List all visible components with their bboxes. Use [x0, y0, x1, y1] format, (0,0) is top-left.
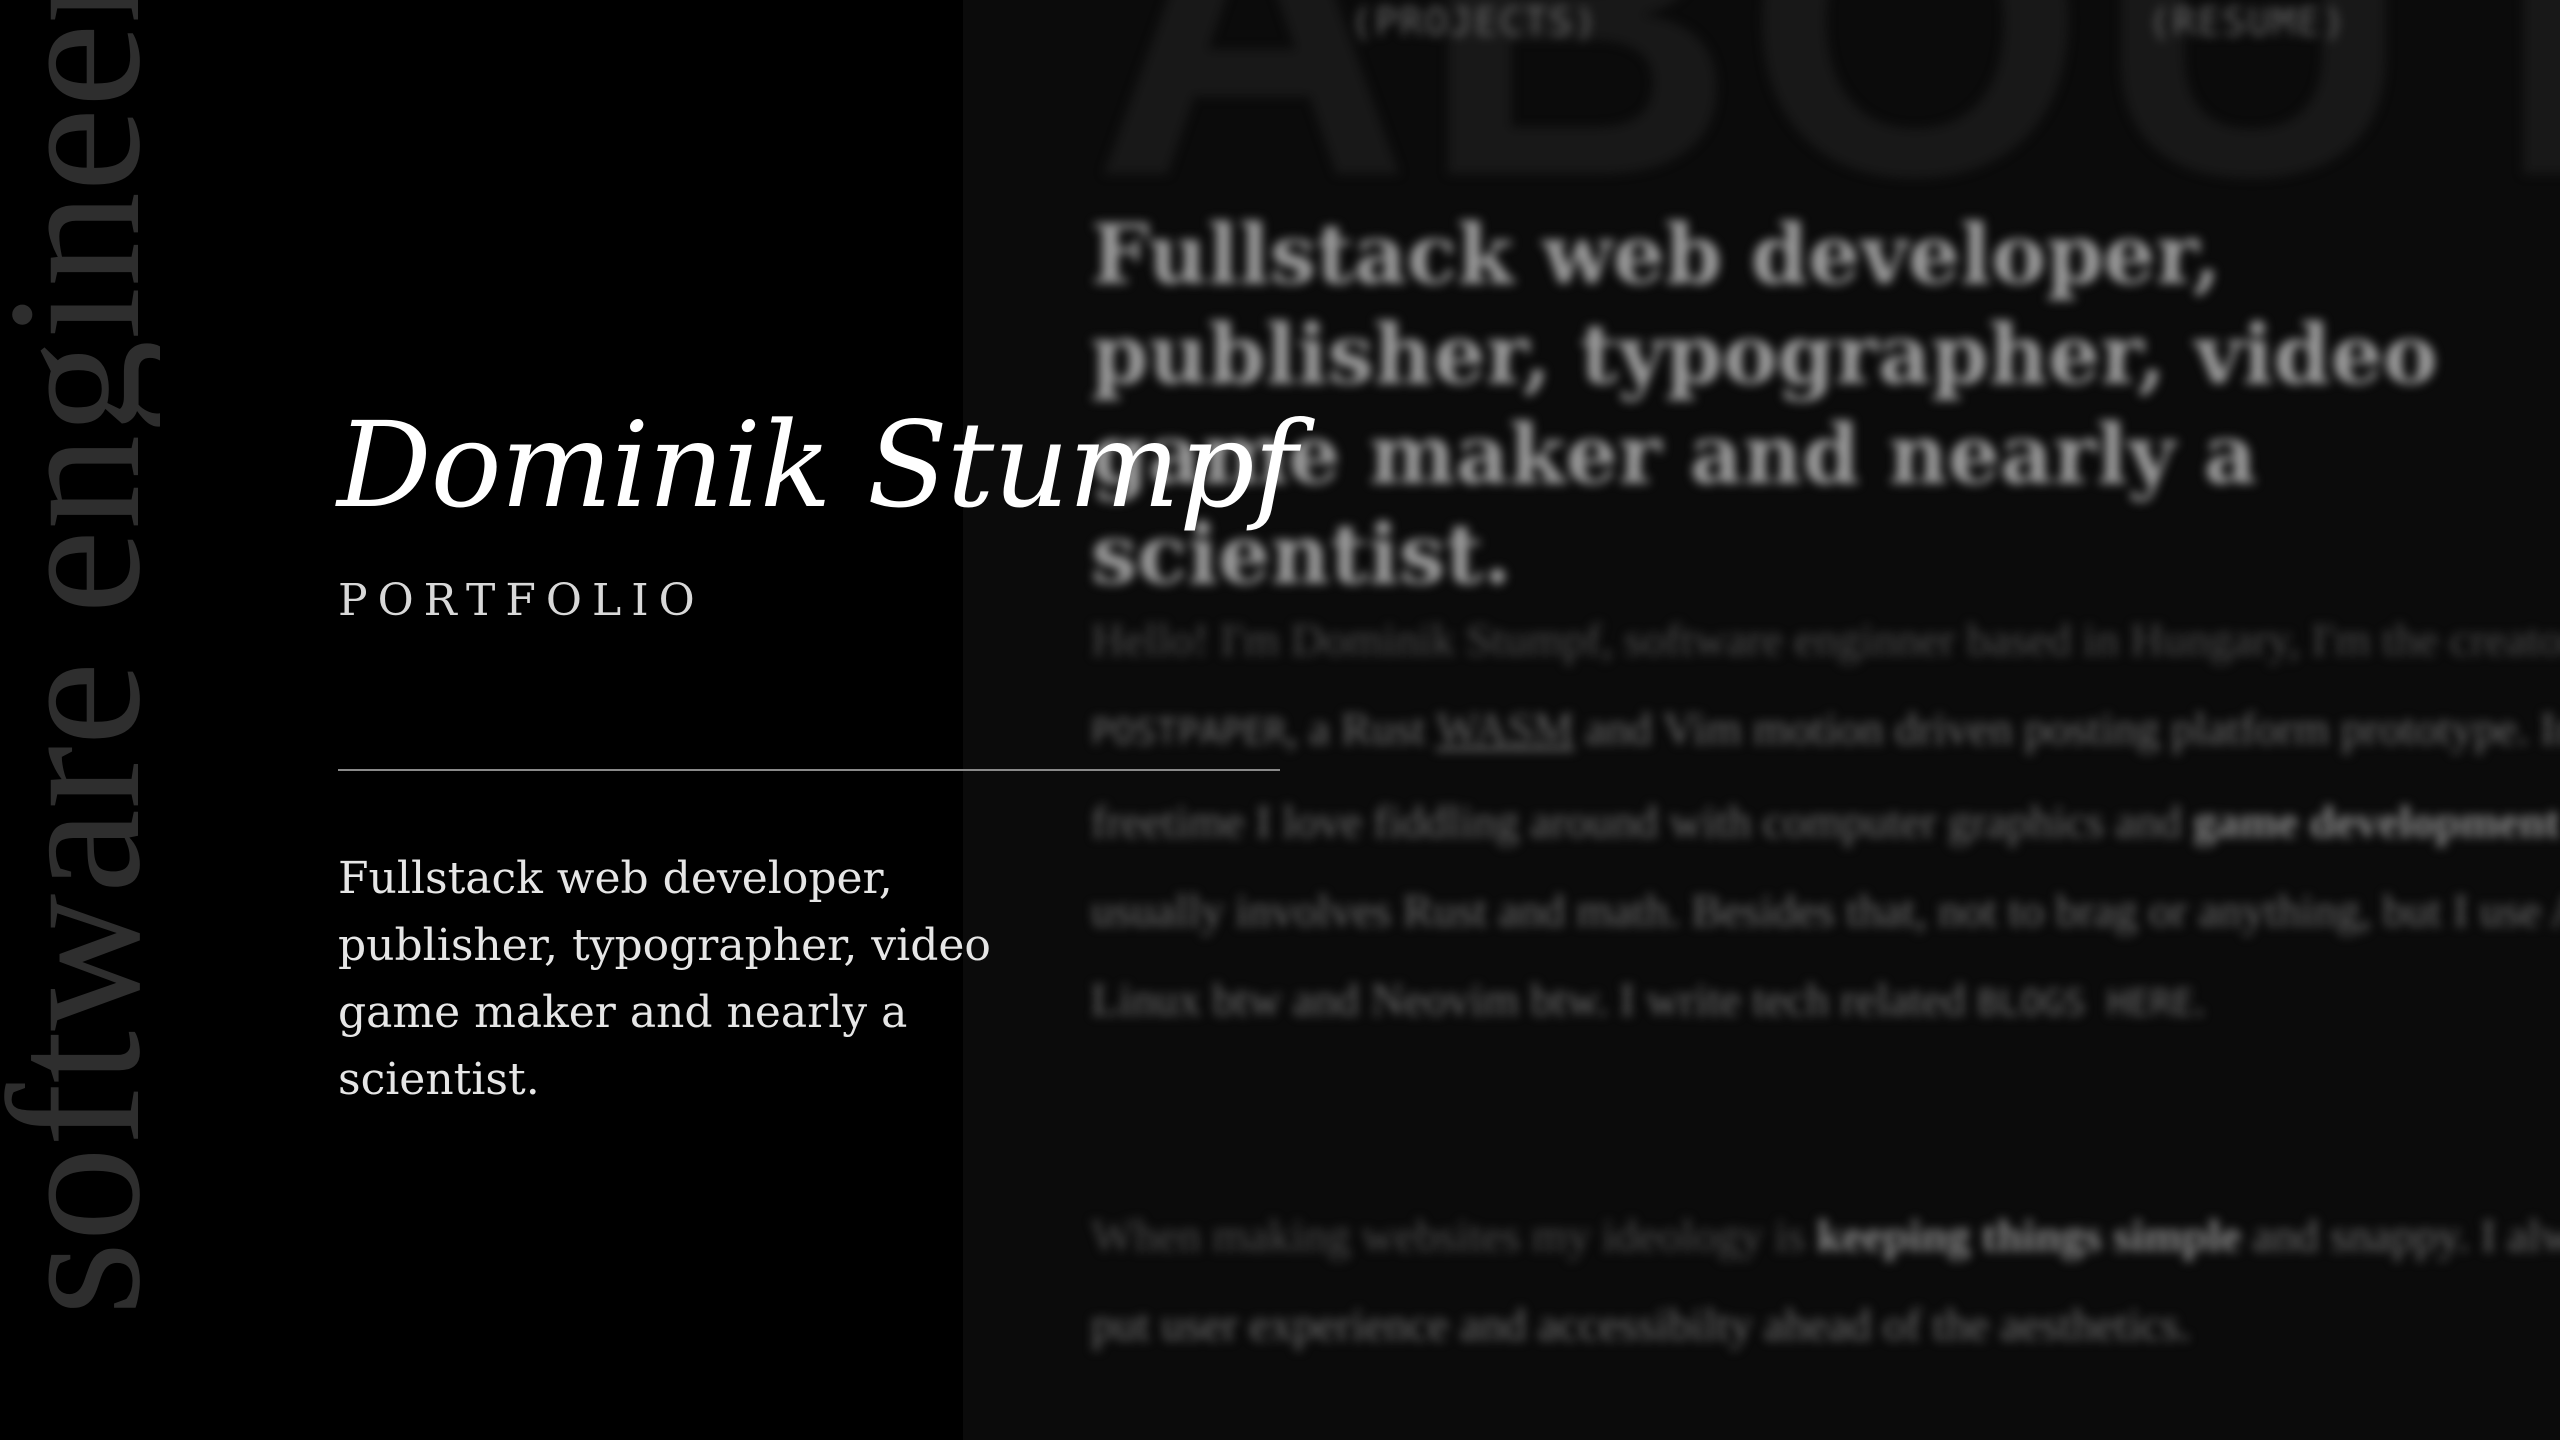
about-paragraph-intro: Hello! I'm Dominik Stumpf, software engi… [1091, 595, 2560, 1048]
vertical-side-text: software engineer [0, 0, 160, 1440]
text-segment: , a Rust [1286, 703, 1437, 754]
about-paragraph-ideology: When making websites my ideology is keep… [1091, 1191, 2560, 1369]
emphasis-keeping-simple: keeping things simple [1816, 1210, 2241, 1261]
text-segment: Hello! I'm Dominik Stumpf, software engi… [1091, 614, 2560, 665]
text-segment: . [2193, 974, 2206, 1025]
about-headline: Fullstack web developer, publisher, typo… [1091, 207, 2438, 603]
emphasis-game-development: game development [2193, 796, 2560, 847]
postpaper-link[interactable]: POSTPAPER [1091, 712, 1286, 753]
blogs-link[interactable]: BLOGS HERE [1977, 983, 2194, 1024]
nav-link-projects[interactable]: (PROJECTS) [1350, 0, 1599, 44]
hero-tagline: Fullstack web developer, publisher, typo… [338, 853, 991, 1105]
text-segment: When making websites my ideology is [1091, 1210, 1817, 1261]
hero-name: Dominik Stumpf [337, 396, 1297, 534]
side-text-label: software engineer [0, 0, 160, 1316]
background-about-page: ABOUT (PROJECTS) (RESUME) Fullstack web … [963, 0, 2560, 1440]
hero-subtitle: PORTFOLIO [338, 575, 705, 626]
blurred-content: ABOUT (PROJECTS) (RESUME) Fullstack web … [963, 0, 2560, 1440]
divider [338, 769, 1280, 771]
wasm-link[interactable]: WASM [1436, 703, 1574, 754]
nav-link-resume[interactable]: (RESUME) [2148, 0, 2347, 44]
